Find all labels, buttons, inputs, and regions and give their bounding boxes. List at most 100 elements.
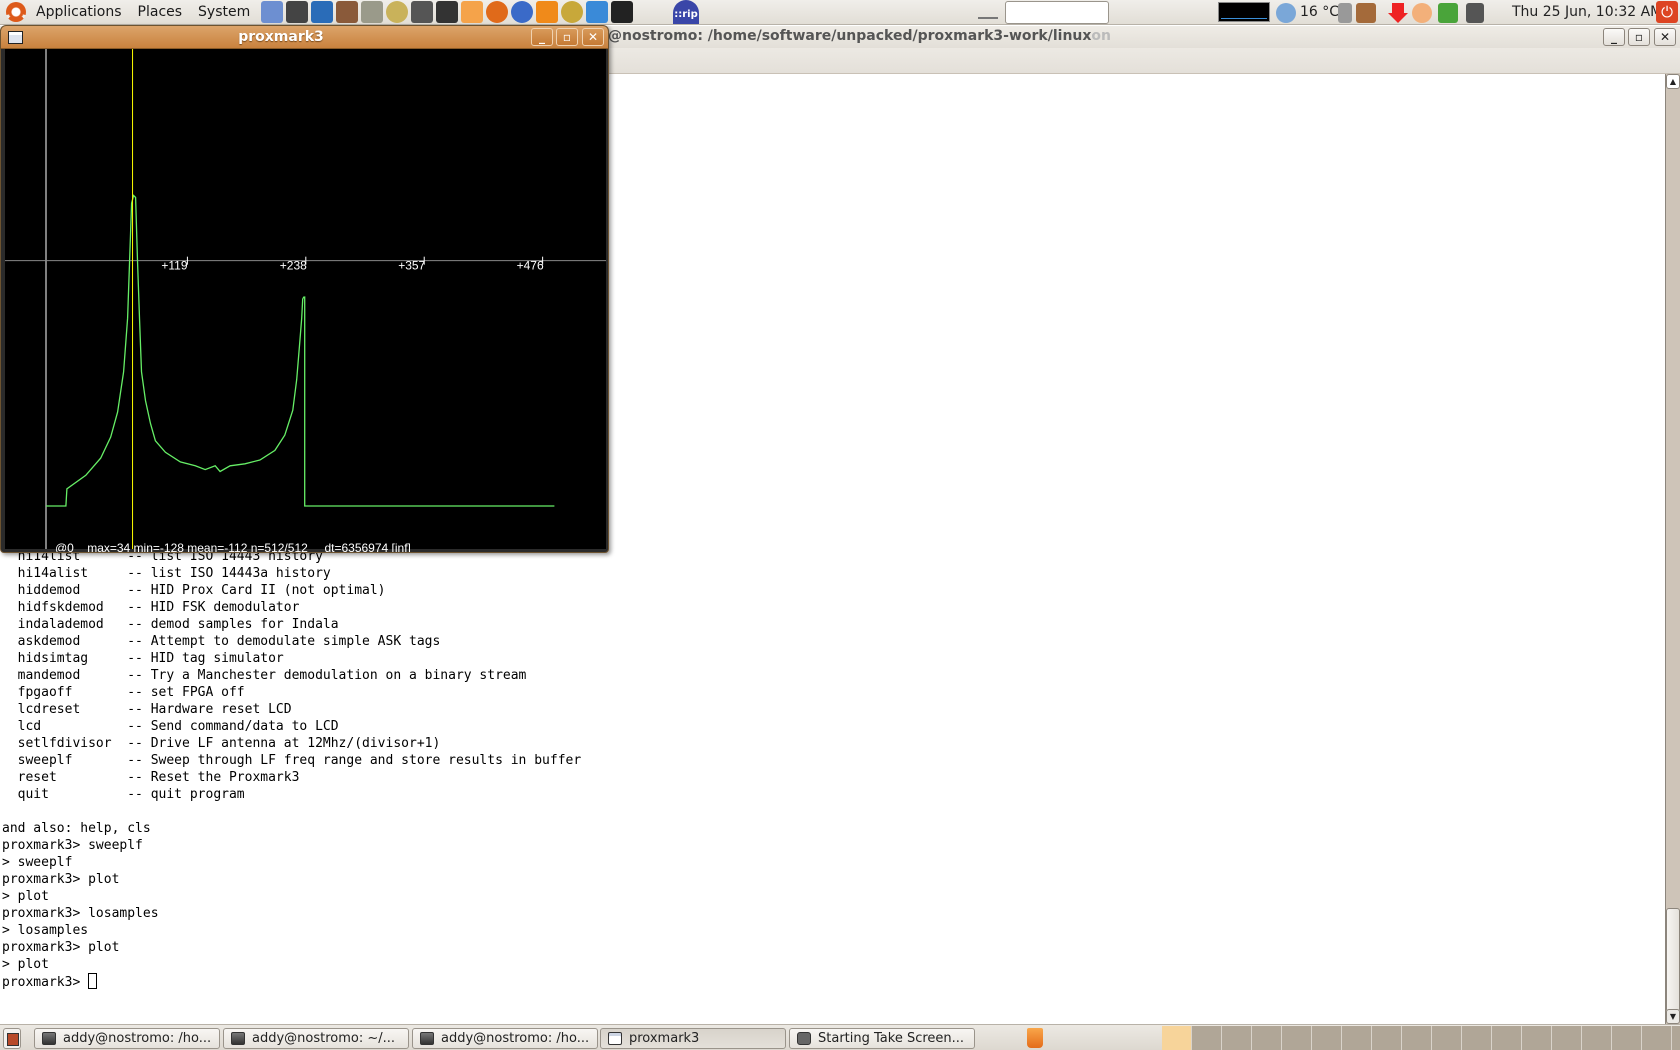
rip-icon[interactable]: ::rip <box>673 0 699 24</box>
workspace-16[interactable] <box>1612 1026 1642 1050</box>
terminal-line: proxmark3> losamples <box>2 906 159 921</box>
terminal-line: fpgaoff -- set FPGA off <box>2 685 245 700</box>
scroll-thumb[interactable] <box>1666 908 1680 1012</box>
plot-maximize-button[interactable]: ▫ <box>556 28 578 46</box>
thunderbird-icon[interactable] <box>511 1 534 23</box>
terminal-line: hidfskdemod -- HID FSK demodulator <box>2 600 300 615</box>
terminal-close-button[interactable]: ✕ <box>1654 28 1676 46</box>
plot-status-line: @0 max=34 min=-128 mean=-112 n=512/512 d… <box>55 541 411 553</box>
dictionary-icon[interactable] <box>978 5 998 19</box>
menu-system[interactable]: System <box>190 0 258 25</box>
terminal-line: hiddemod -- HID Prox Card II (not optima… <box>2 583 386 598</box>
show-desktop-button[interactable] <box>3 1028 21 1049</box>
taskbar-button[interactable]: addy@nostromo: /ho... <box>412 1028 598 1049</box>
terminal-line: > plot <box>2 957 49 972</box>
wireshark-icon[interactable] <box>311 1 334 23</box>
terminal-line: askdemod -- Attempt to demodulate simple… <box>2 634 441 649</box>
workspace-6[interactable] <box>1312 1026 1342 1050</box>
scroll-up-button[interactable]: ▲ <box>1666 74 1680 89</box>
vmware-icon[interactable] <box>586 1 609 23</box>
scroll-down-button[interactable]: ▼ <box>1666 1009 1680 1024</box>
workspace-7[interactable] <box>1342 1026 1372 1050</box>
taskbar-button-label: addy@nostromo: /ho... <box>441 1031 590 1046</box>
dvd-icon[interactable] <box>386 1 409 23</box>
terminal-icon <box>231 1032 245 1045</box>
workspace-12[interactable] <box>1492 1026 1522 1050</box>
sample-trace <box>46 194 555 507</box>
weather-temperature[interactable]: 16 °C <box>1300 4 1339 20</box>
terminal-line: hi14alist -- list ISO 14443a history <box>2 566 331 581</box>
taskbar-button[interactable]: Starting Take Screen... <box>789 1028 975 1049</box>
terminal-line: sweeplf -- Sweep through LF freq range a… <box>2 753 582 768</box>
window-icon <box>608 1032 622 1045</box>
clock[interactable]: Thu 25 Jun, 10:32 AM <box>1512 4 1662 20</box>
workspace-17[interactable] <box>1642 1026 1672 1050</box>
cpu-line <box>1221 18 1267 19</box>
terminal-prompt-line[interactable]: proxmark3> <box>2 973 581 990</box>
terminal-icon <box>420 1032 434 1045</box>
menu-places[interactable]: Places <box>130 0 191 25</box>
workspace-14[interactable] <box>1552 1026 1582 1050</box>
battery-icon[interactable] <box>1438 3 1458 23</box>
dictionary-search-input[interactable] <box>1005 1 1109 24</box>
terminal-line: > plot <box>2 889 49 904</box>
text-cursor <box>88 973 98 989</box>
taskbar-button[interactable]: addy@nostromo: ~/... <box>223 1028 409 1049</box>
plot-titlebar[interactable]: proxmark3 _ ▫ ✕ <box>1 26 608 49</box>
workspace-3[interactable] <box>1222 1026 1252 1050</box>
menu-applications[interactable]: Applications <box>28 0 130 25</box>
volume-icon[interactable] <box>1338 3 1352 23</box>
network-status-icon[interactable] <box>1466 3 1484 23</box>
terminal-line: hidsimtag -- HID tag simulator <box>2 651 284 666</box>
terminal-scrollbar[interactable]: ▲ ▼ <box>1665 74 1680 1024</box>
system-monitor-graph[interactable] <box>1218 2 1270 22</box>
workspace-8[interactable] <box>1372 1026 1402 1050</box>
plot-canvas[interactable]: +119 +238 +357 +476 @0 max=34 min=-128 m… <box>5 49 606 552</box>
tick-label: +119 <box>161 259 187 273</box>
firefox-icon[interactable] <box>486 1 509 23</box>
gimp-icon[interactable] <box>561 1 584 23</box>
trash-icon[interactable] <box>1027 1028 1043 1048</box>
power-icon[interactable]: ⏻ <box>1656 1 1678 23</box>
camera-icon[interactable] <box>411 1 434 23</box>
plot-close-button[interactable]: ✕ <box>582 28 604 46</box>
taskbar-button-label: proxmark3 <box>629 1031 700 1046</box>
terminal-line: proxmark3> plot <box>2 872 120 887</box>
workspace-2[interactable] <box>1192 1026 1222 1050</box>
x-icon[interactable] <box>536 1 559 23</box>
taskbar-button-label: Starting Take Screen... <box>818 1031 965 1046</box>
workspace-10[interactable] <box>1432 1026 1462 1050</box>
xchat-icon[interactable] <box>286 1 309 23</box>
terminal-minimize-button[interactable]: _ <box>1603 28 1625 46</box>
network-icon[interactable] <box>261 1 284 23</box>
terminal-line: proxmark3> sweeplf <box>2 838 143 853</box>
workspace-13[interactable] <box>1522 1026 1552 1050</box>
workspace-9[interactable] <box>1402 1026 1432 1050</box>
search-tool-icon[interactable] <box>1412 3 1432 23</box>
workspace-11[interactable] <box>1462 1026 1492 1050</box>
taskbar-button[interactable]: proxmark3 <box>600 1028 786 1049</box>
top-panel: Applications Places System ::rip 16 °C T… <box>0 0 1680 25</box>
workspace-1[interactable] <box>1162 1026 1192 1050</box>
app-icon[interactable] <box>336 1 359 23</box>
plot-svg: +119 +238 +357 +476 <box>5 49 606 549</box>
update-notifier-icon[interactable] <box>1388 3 1408 23</box>
calculator-icon[interactable] <box>361 1 384 23</box>
pidgin-icon[interactable] <box>461 1 484 23</box>
weather-icon[interactable] <box>1276 3 1296 23</box>
terminal-icon[interactable] <box>611 1 634 23</box>
workspace-5[interactable] <box>1282 1026 1312 1050</box>
plot-window-title: proxmark3 <box>238 29 324 45</box>
lock-screen-icon[interactable] <box>1356 3 1376 23</box>
workspace-switcher[interactable] <box>1162 1026 1680 1050</box>
terminal-line: proxmark3> plot <box>2 940 120 955</box>
ubuntu-logo-icon[interactable] <box>6 2 26 22</box>
app-icon[interactable] <box>436 1 459 23</box>
workspace-15[interactable] <box>1582 1026 1612 1050</box>
workspace-4[interactable] <box>1252 1026 1282 1050</box>
taskbar-button[interactable]: addy@nostromo: /ho... <box>34 1028 220 1049</box>
terminal-maximize-button[interactable]: ▫ <box>1628 28 1650 46</box>
plot-minimize-button[interactable]: _ <box>531 28 553 46</box>
terminal-line: > sweeplf <box>2 855 73 870</box>
